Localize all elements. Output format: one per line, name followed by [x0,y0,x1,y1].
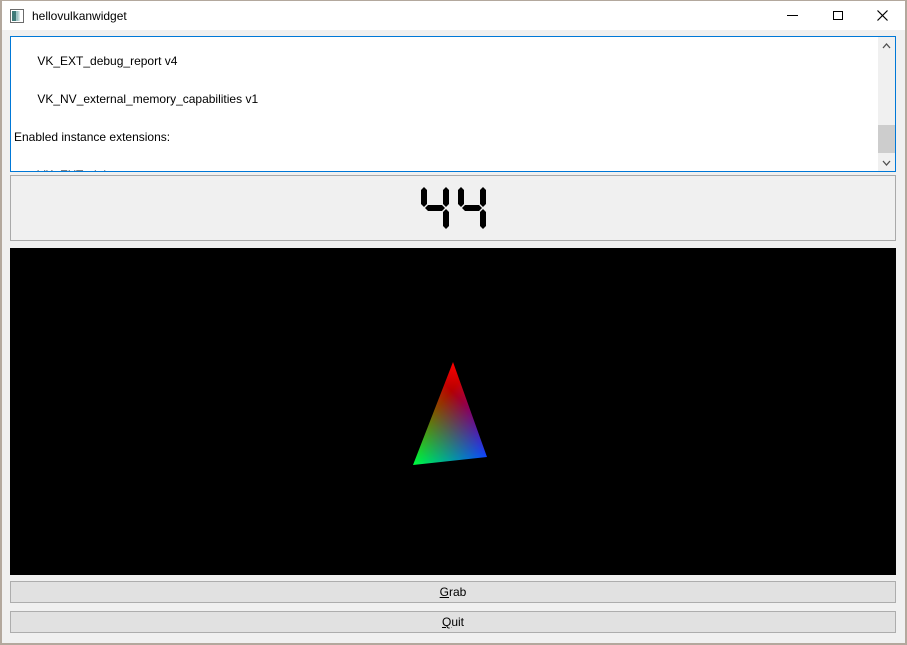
lcd-frame-counter [10,175,896,241]
log-text: VK_EXT_debug_report v4 VK_NV_external_me… [11,36,878,172]
log-output[interactable]: VK_EXT_debug_report v4 VK_NV_external_me… [10,36,896,172]
quit-button-mnemonic: Q [442,615,451,629]
log-scrollbar[interactable] [878,37,895,171]
titlebar[interactable]: hellovulkanwidget [2,1,905,30]
quit-button[interactable]: Quit [10,611,896,633]
minimize-icon [787,15,798,16]
maximize-icon [833,11,843,20]
window-title: hellovulkanwidget [32,9,127,23]
quit-button-label: uit [451,615,464,629]
rgb-triangle [10,248,896,575]
app-icon [9,8,25,24]
grab-button[interactable]: Grab [10,581,896,603]
maximize-button[interactable] [815,1,860,30]
grab-button-label: rab [449,585,466,599]
scrollbar-thumb[interactable] [878,125,895,153]
close-icon [877,10,888,21]
log-line: Enabled instance extensions: [14,131,878,144]
close-button[interactable] [860,1,905,30]
grab-button-mnemonic: G [440,585,449,599]
scroll-up-button[interactable] [878,37,895,54]
window-controls [770,1,905,30]
app-window: hellovulkanwidget VK_EXT_debug_report v4 [0,0,907,645]
scroll-down-button[interactable] [878,154,895,171]
lcd-digits [421,183,486,233]
minimize-button[interactable] [770,1,815,30]
client-area: VK_EXT_debug_report v4 VK_NV_external_me… [2,30,905,643]
vulkan-viewport[interactable] [10,248,896,575]
log-line: VK_EXT_debug_report [14,169,878,172]
scroll-down-icon [882,160,891,166]
log-line: VK_NV_external_memory_capabilities v1 [14,93,878,106]
log-line: VK_EXT_debug_report v4 [14,55,878,68]
scroll-up-icon [882,43,891,49]
